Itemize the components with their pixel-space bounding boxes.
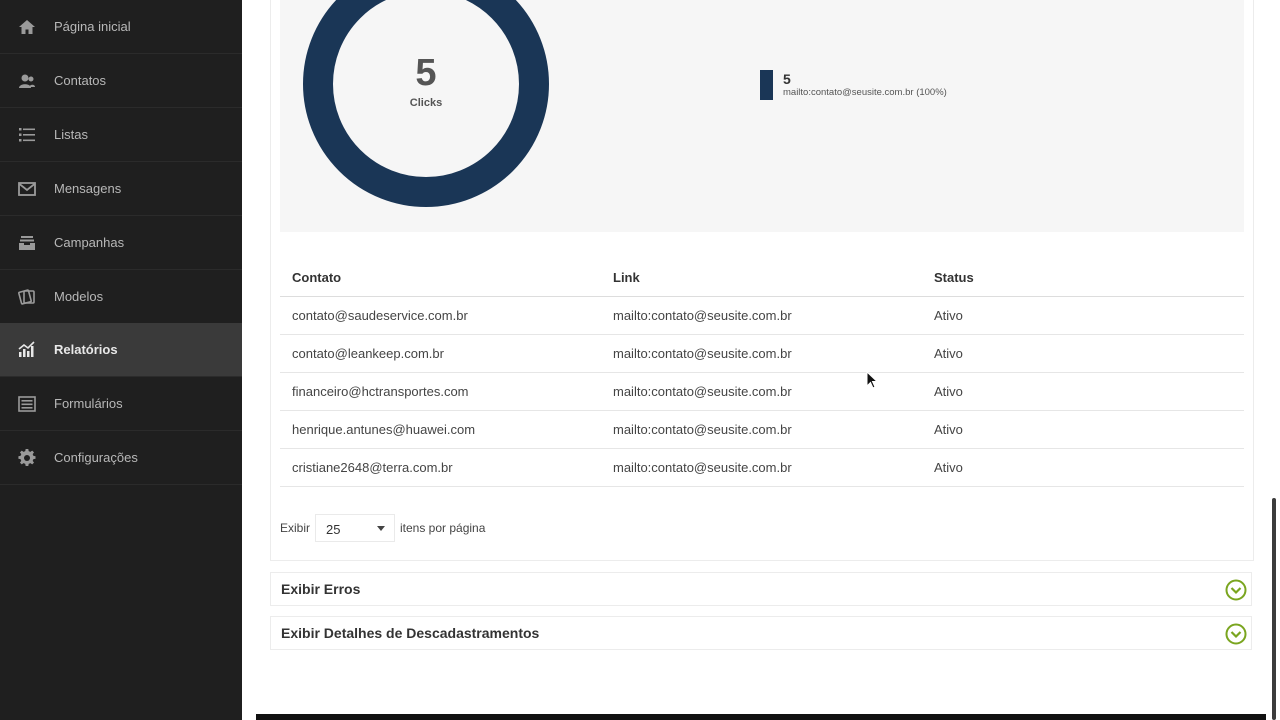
cell-contact: contato@leankeep.com.br <box>292 346 444 361</box>
cell-contact: cristiane2648@terra.com.br <box>292 460 453 475</box>
table-row: cristiane2648@terra.com.br mailto:contat… <box>280 449 1244 487</box>
sidebar-item-label: Contatos <box>54 73 107 88</box>
sidebar-item-label: Listas <box>54 127 88 142</box>
cell-link: mailto:contato@seusite.com.br <box>613 460 792 475</box>
cell-status: Ativo <box>934 422 963 437</box>
sidebar-item-campaigns[interactable]: Campanhas <box>0 216 242 270</box>
legend-swatch <box>760 70 773 100</box>
table-header: Contato Link Status <box>280 258 1244 297</box>
main-content: 5 Clicks 5 mailto:contato@seusite.com.br… <box>242 0 1280 720</box>
donut-total-value: 5 <box>415 52 437 94</box>
pagination-controls: Exibir 25 itens por página <box>280 514 580 544</box>
chevron-down-icon <box>377 526 385 531</box>
cell-status: Ativo <box>934 460 963 475</box>
donut-total-caption: Clicks <box>409 97 443 109</box>
cell-link: mailto:contato@seusite.com.br <box>613 346 792 361</box>
legend-value: 5 <box>783 71 791 87</box>
form-icon <box>17 394 37 414</box>
sidebar-item-label: Modelos <box>54 289 104 304</box>
templates-icon <box>17 287 37 307</box>
inbox-icon <box>17 233 37 253</box>
home-icon <box>17 17 37 37</box>
sidebar-item-label: Configurações <box>54 450 138 465</box>
chart-icon <box>17 340 37 360</box>
accordion-title-unsubscribes: Exibir Detalhes de Descadastramentos <box>281 625 540 641</box>
cell-contact: contato@saudeservice.com.br <box>292 308 468 323</box>
sidebar-item-label: Mensagens <box>54 181 122 196</box>
sidebar-item-label: Página inicial <box>54 19 131 34</box>
cell-link: mailto:contato@seusite.com.br <box>613 422 792 437</box>
cell-status: Ativo <box>934 384 963 399</box>
cell-link: mailto:contato@seusite.com.br <box>613 308 792 323</box>
envelope-icon <box>17 179 37 199</box>
legend-label: mailto:contato@seusite.com.br (100%) <box>783 87 947 98</box>
sidebar-item-contacts[interactable]: Contatos <box>0 54 242 108</box>
cell-contact: henrique.antunes@huawei.com <box>292 422 476 437</box>
mouse-cursor-icon <box>866 371 878 389</box>
sidebar-item-label: Formulários <box>54 396 123 411</box>
table-row: contato@leankeep.com.br mailto:contato@s… <box>280 335 1244 373</box>
show-unsubscribes-accordion[interactable]: Exibir Detalhes de Descadastramentos <box>270 616 1252 650</box>
sidebar-item-lists[interactable]: Listas <box>0 108 242 162</box>
page-scrollbar[interactable] <box>1272 498 1276 720</box>
sidebar-item-home[interactable]: Página inicial <box>0 0 242 54</box>
clicks-summary-panel: 5 Clicks 5 mailto:contato@seusite.com.br… <box>280 0 1244 232</box>
cell-link: mailto:contato@seusite.com.br <box>613 384 792 399</box>
column-header-status[interactable]: Status <box>934 270 974 285</box>
pagination-prefix: Exibir <box>280 521 311 535</box>
sidebar-item-messages[interactable]: Mensagens <box>0 162 242 216</box>
clicks-donut-chart: 5 Clicks <box>302 0 550 208</box>
column-header-contact[interactable]: Contato <box>292 270 341 285</box>
sidebar-item-templates[interactable]: Modelos <box>0 270 242 324</box>
bottom-bar <box>256 714 1266 720</box>
column-header-link[interactable]: Link <box>613 270 640 285</box>
table-row: henrique.antunes@huawei.com mailto:conta… <box>280 411 1244 449</box>
clicks-table: Contato Link Status contato@saudeservice… <box>280 258 1244 487</box>
gear-icon <box>17 448 37 468</box>
sidebar-item-forms[interactable]: Formulários <box>0 377 242 431</box>
sidebar-item-reports[interactable]: Relatórios <box>0 323 242 377</box>
cell-contact: financeiro@hctransportes.com <box>292 384 469 399</box>
cell-status: Ativo <box>934 346 963 361</box>
contacts-icon <box>17 71 37 91</box>
items-per-page-select[interactable]: 25 <box>315 514 395 542</box>
sidebar-item-settings[interactable]: Configurações <box>0 431 242 485</box>
list-icon <box>17 125 37 145</box>
table-row: financeiro@hctransportes.com mailto:cont… <box>280 373 1244 411</box>
cell-status: Ativo <box>934 308 963 323</box>
show-errors-accordion[interactable]: Exibir Erros <box>270 572 1252 606</box>
table-row: contato@saudeservice.com.br mailto:conta… <box>280 297 1244 335</box>
expand-chevron-icon[interactable] <box>1225 623 1247 645</box>
pagination-suffix: itens por página <box>400 521 486 535</box>
sidebar-item-label: Relatórios <box>54 342 118 357</box>
sidebar-item-label: Campanhas <box>54 235 125 250</box>
accordion-title-errors: Exibir Erros <box>281 581 361 597</box>
items-per-page-value: 25 <box>326 522 341 537</box>
sidebar: Página inicial Contatos Listas Mensagens… <box>0 0 242 720</box>
expand-chevron-icon[interactable] <box>1225 579 1247 601</box>
